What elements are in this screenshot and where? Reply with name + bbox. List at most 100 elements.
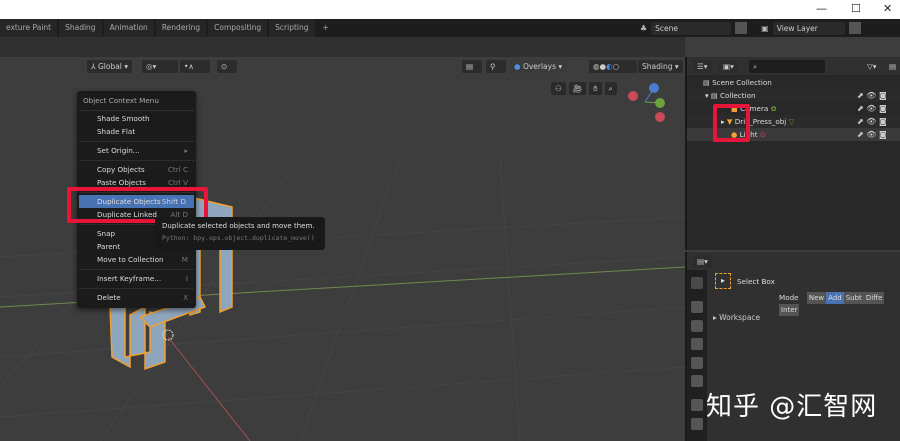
- scene-icon[interactable]: ♣: [640, 24, 647, 33]
- shading-dropdown[interactable]: Shading ▾: [638, 60, 683, 73]
- view-layer-tab-icon[interactable]: [691, 338, 703, 350]
- output-tab-icon[interactable]: [691, 320, 703, 332]
- label: Snap: [97, 229, 116, 238]
- tab-texture-paint[interactable]: exture Paint: [0, 19, 58, 37]
- display-mode-dropdown[interactable]: ☰▾: [693, 60, 712, 73]
- label: Copy Objects: [97, 165, 145, 174]
- camera-data-icon: ✿: [770, 104, 777, 113]
- view-layer-icon[interactable]: ▣: [761, 24, 769, 33]
- new-view-layer-icon[interactable]: [848, 22, 861, 34]
- menu-item-delete[interactable]: Delete X: [77, 291, 196, 304]
- mode-add-button[interactable]: Add: [826, 292, 844, 304]
- camera-icon[interactable]: 🎥︎: [568, 82, 587, 95]
- menu-item-copy-objects[interactable]: Copy Objects Ctrl C: [77, 163, 196, 176]
- minimize-button[interactable]: —: [816, 2, 827, 15]
- scene-selector: ♣ Scene ▣ View Layer: [640, 21, 861, 35]
- shortcut: M: [181, 255, 188, 264]
- tab-scripting[interactable]: Scripting: [269, 19, 315, 37]
- label: Set Origin...: [97, 146, 140, 155]
- tab-shading[interactable]: Shading: [59, 19, 102, 37]
- label: Collection: [719, 91, 756, 100]
- menu-item-set-origin[interactable]: Set Origin... ▸: [77, 144, 196, 157]
- render-tab-icon[interactable]: [691, 301, 703, 313]
- scene-field[interactable]: Scene: [651, 21, 732, 35]
- close-button[interactable]: ✕: [883, 2, 892, 15]
- menu-title: Object Context Menu: [83, 96, 159, 105]
- tool-header: [0, 37, 685, 57]
- viewport-nav-buttons: ⚇ 🎥︎ ✋︎ ⌕: [551, 82, 617, 95]
- select-box-icon: ▸: [715, 273, 731, 289]
- zoom-icon[interactable]: ⌕: [604, 82, 617, 95]
- shortcut: X: [183, 293, 188, 302]
- menu-item-insert-keyframe[interactable]: Insert Keyframe... I: [77, 272, 196, 285]
- active-tool-label: Select Box: [737, 277, 775, 286]
- tab-compositing[interactable]: Compositing: [208, 19, 268, 37]
- workspace-panel[interactable]: ▸ Workspace: [713, 313, 760, 322]
- panel-label: Workspace: [719, 313, 761, 322]
- gizmo-dropdown[interactable]: ⚲: [486, 60, 506, 73]
- label: Paste Objects: [97, 178, 146, 187]
- new-collection-icon[interactable]: ▤: [885, 60, 900, 73]
- menu-item-move-to-collection[interactable]: Move to Collection M: [77, 253, 196, 266]
- outliner-search-input[interactable]: ⌕: [749, 60, 825, 73]
- label: Shade Smooth: [97, 114, 150, 123]
- mode-label: Mode: [779, 293, 799, 302]
- modifier-tab-icon[interactable]: [691, 418, 703, 430]
- pivot-dropdown[interactable]: ◎▾: [142, 60, 178, 73]
- mode-difference-button[interactable]: Diffe: [863, 292, 885, 304]
- shortcut: I: [185, 274, 188, 283]
- camera-view-icon[interactable]: ⚇: [551, 82, 566, 95]
- add-workspace-button[interactable]: +: [317, 19, 335, 37]
- proportional-edit-dropdown[interactable]: ⊙: [217, 60, 237, 73]
- mode-new-button[interactable]: New: [806, 292, 827, 304]
- mesh-data-icon: ▽: [788, 117, 795, 126]
- overlays-label: Overlays: [522, 62, 557, 71]
- submenu-arrow-icon: ▸: [184, 146, 188, 155]
- view-layer-field[interactable]: View Layer: [772, 21, 845, 35]
- menu-item-shade-smooth[interactable]: Shade Smooth: [77, 112, 196, 125]
- label: Shade Flat: [97, 127, 136, 136]
- light-data-icon: ⊙: [759, 130, 766, 139]
- transform-orientation-dropdown[interactable]: ⅄ Global ▾: [87, 60, 133, 73]
- watermark: 知乎 @汇智网: [706, 392, 878, 422]
- annotation-box-outliner: [713, 104, 750, 142]
- visibility-toggles[interactable]: ⬈ 👁︎ ◙ ⬈ 👁︎ ◙ ⬈ 👁︎ ◙ ⬈ 👁︎ ◙: [857, 89, 887, 141]
- new-scene-icon[interactable]: [735, 22, 748, 34]
- object-tab-icon[interactable]: [691, 399, 703, 411]
- filter-icon[interactable]: ▽▾: [863, 60, 881, 73]
- tooltip-python: Python: bpy.ops.object.duplicate_move(): [162, 234, 315, 242]
- tab-animation[interactable]: Animation: [103, 19, 154, 37]
- overlays-dropdown[interactable]: ● Overlays ▾: [510, 60, 567, 73]
- label: Parent: [97, 242, 121, 251]
- maximize-button[interactable]: ☐: [851, 2, 861, 15]
- tooltip: Duplicate selected objects and move them…: [155, 217, 325, 250]
- editor-type-dropdown[interactable]: ▤▾: [693, 255, 712, 268]
- scene-tab-icon[interactable]: [691, 357, 703, 369]
- label: Insert Keyframe...: [97, 274, 162, 283]
- shortcut: Ctrl C: [167, 165, 188, 174]
- title-bar: — ☐ ✕: [0, 0, 900, 19]
- mode-intersect-button[interactable]: Inter: [779, 304, 800, 316]
- label: Move to Collection: [97, 255, 164, 264]
- hand-pan-icon[interactable]: ✋︎: [589, 82, 602, 95]
- view-object-types-dropdown[interactable]: ▤: [462, 60, 482, 73]
- navigation-gizmo: [628, 83, 665, 122]
- tool-tab-icon[interactable]: [691, 277, 703, 289]
- shading-label: Shading: [642, 62, 673, 71]
- tooltip-description: Duplicate selected objects and move them…: [162, 222, 315, 230]
- tab-rendering[interactable]: Rendering: [155, 19, 207, 37]
- outliner-scene-collection[interactable]: ▤ Scene Collection: [687, 76, 900, 89]
- menu-item-shade-flat[interactable]: Shade Flat: [77, 125, 196, 138]
- outliner-header: ☰▾ ▣▾ ⌕ ▽▾ ▤: [687, 57, 900, 75]
- mode-subtract-button[interactable]: Subt: [843, 292, 864, 304]
- world-tab-icon[interactable]: [691, 375, 703, 387]
- snap-toggle[interactable]: •∧: [180, 60, 210, 73]
- label: Delete: [97, 293, 121, 302]
- filter-view-dropdown[interactable]: ▣▾: [719, 60, 738, 73]
- y-axis-line: [167, 336, 251, 441]
- properties-tabs: [687, 270, 707, 441]
- outliner: ☰▾ ▣▾ ⌕ ▽▾ ▤ ▤ Scene Collection ▾ ▤ Coll…: [685, 57, 900, 250]
- mode-row: Mode New Add Subt Diffe Inter: [779, 292, 900, 316]
- shading-mode-buttons[interactable]: ◍●◐○: [589, 60, 637, 73]
- orientation-label: Global: [97, 62, 122, 71]
